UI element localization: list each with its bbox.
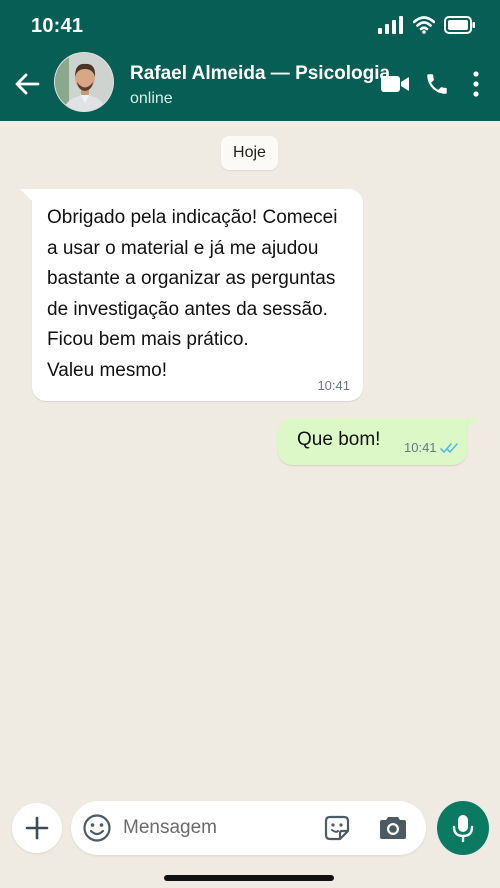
status-icons bbox=[378, 16, 476, 34]
home-indicator bbox=[164, 875, 334, 881]
contact-status: online bbox=[130, 90, 173, 107]
app-bar: Rafael Almeida — Psicologia online bbox=[0, 50, 500, 121]
message-line: Valeu mesmo! bbox=[47, 359, 168, 381]
sticker-icon[interactable] bbox=[322, 813, 352, 843]
message-text: Obrigado pela indicação! Comecei a usar … bbox=[47, 203, 357, 386]
message-input[interactable] bbox=[123, 812, 313, 844]
video-call-button[interactable] bbox=[380, 72, 410, 96]
more-vertical-icon bbox=[473, 71, 479, 97]
outgoing-bubble-tail bbox=[465, 418, 479, 432]
incoming-message[interactable]: Obrigado pela indicação! Comecei a usar … bbox=[32, 189, 363, 401]
date-chip: Hoje bbox=[221, 136, 278, 170]
message-line: Obrigado pela indicação! Comecei bbox=[47, 207, 338, 228]
back-button[interactable] bbox=[10, 67, 44, 101]
status-bar: 10:41 bbox=[0, 0, 500, 50]
message-text: Que bom! bbox=[297, 429, 381, 450]
message-line: bastante a organizar as perguntas bbox=[47, 268, 336, 289]
mic-icon bbox=[452, 815, 474, 843]
message-input-container bbox=[71, 801, 426, 855]
camera-icon[interactable] bbox=[377, 814, 409, 842]
attach-button[interactable] bbox=[12, 803, 62, 853]
contact-name[interactable]: Rafael Almeida — Psicologia bbox=[130, 63, 390, 85]
plus-icon bbox=[25, 816, 49, 840]
chat-area[interactable]: Hoje Obrigado pela indicação! Comecei a … bbox=[0, 121, 500, 801]
avatar-photo-icon bbox=[55, 53, 113, 111]
outgoing-message[interactable]: Que bom! 10:41 bbox=[278, 418, 467, 465]
battery-icon bbox=[444, 16, 475, 34]
emoji-icon[interactable] bbox=[82, 813, 112, 843]
arrow-left-icon bbox=[15, 73, 40, 95]
cellular-signal-icon bbox=[378, 16, 403, 34]
more-options-button[interactable] bbox=[466, 68, 486, 100]
video-camera-icon bbox=[381, 76, 409, 92]
message-line: a usar o material e já me ajudou bbox=[47, 237, 319, 259]
message-line: Ficou bem mais prático. bbox=[47, 329, 249, 350]
voice-call-button[interactable] bbox=[424, 70, 450, 98]
message-timestamp: 10:41 bbox=[404, 440, 437, 455]
chat-header: 10:41 Rafael Almeida — Psicologia online bbox=[0, 0, 500, 121]
voice-message-button[interactable] bbox=[437, 801, 489, 855]
phone-icon bbox=[427, 74, 447, 94]
wifi-icon bbox=[413, 16, 435, 34]
message-composer bbox=[0, 801, 500, 888]
contact-avatar[interactable] bbox=[54, 52, 114, 112]
status-time: 10:41 bbox=[31, 15, 84, 37]
message-timestamp: 10:41 bbox=[317, 378, 350, 393]
message-line: de investigação antes da sessão. bbox=[47, 298, 328, 320]
read-receipt-icon bbox=[440, 443, 458, 453]
